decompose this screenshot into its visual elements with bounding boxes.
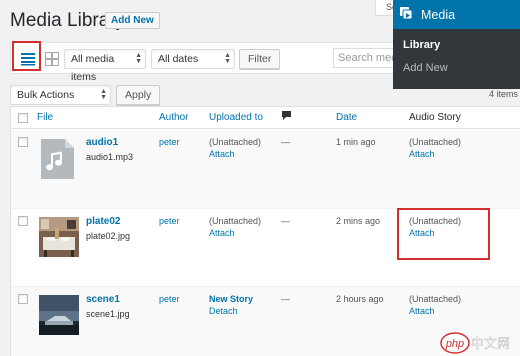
file-name: audio1.mp3: [86, 152, 134, 162]
file-title-link[interactable]: audio1: [86, 137, 118, 148]
scene-thumbnail[interactable]: [39, 295, 79, 335]
attach-link[interactable]: Attach: [209, 228, 235, 238]
menu-header-media[interactable]: Media: [393, 0, 520, 29]
select-all-checkbox[interactable]: [18, 113, 28, 123]
file-title-link[interactable]: scene1: [86, 294, 120, 305]
detach-link[interactable]: Detach: [209, 306, 238, 316]
svg-text:php: php: [445, 338, 464, 350]
watermark-logo: php 中文网: [440, 330, 520, 356]
uploaded-to-post-link[interactable]: New Story: [209, 294, 253, 304]
row-checkbox[interactable]: [18, 216, 28, 226]
comment-count: —: [281, 137, 290, 147]
audio-file-icon[interactable]: [39, 138, 79, 179]
items-count: 4 items: [488, 89, 518, 99]
column-author[interactable]: Author: [159, 112, 188, 123]
apply-button[interactable]: Apply: [116, 85, 161, 105]
row-checkbox[interactable]: [18, 294, 28, 304]
bulk-actions-select[interactable]: Bulk Actions ▲ ▼: [10, 85, 111, 105]
menu-item-library[interactable]: Library: [393, 34, 520, 57]
column-file[interactable]: File: [37, 112, 53, 123]
plate-thumbnail[interactable]: [39, 217, 79, 257]
dates-select[interactable]: All dates ▲ ▼: [151, 49, 235, 69]
date-text: 1 min ago: [336, 137, 376, 147]
menu-title: Media: [421, 7, 456, 22]
add-new-button[interactable]: Add New: [105, 12, 160, 29]
uploaded-to-status: (Unattached): [209, 137, 262, 147]
admin-media-menu: Media Library Add New: [393, 0, 520, 89]
file-name: scene1.jpg: [86, 309, 130, 319]
author-link[interactable]: peter: [159, 216, 180, 226]
row-checkbox[interactable]: [18, 137, 28, 147]
table-header: File Author Uploaded to Date Audio Story: [11, 107, 520, 129]
column-audio-story: Audio Story: [409, 112, 461, 123]
column-uploaded-to[interactable]: Uploaded to: [209, 112, 263, 123]
audio-story-status: (Unattached): [409, 294, 462, 304]
date-text: 2 mins ago: [336, 216, 381, 226]
media-type-select[interactable]: All media items ▲ ▼: [64, 49, 146, 83]
comment-bubble-icon[interactable]: [281, 110, 292, 124]
file-title-link[interactable]: plate02: [86, 216, 120, 227]
author-link[interactable]: peter: [159, 137, 180, 147]
list-view-highlight: [12, 41, 41, 71]
svg-text:中文网: 中文网: [471, 337, 510, 352]
file-name: plate02.jpg: [86, 231, 131, 241]
filter-button[interactable]: Filter: [239, 49, 281, 69]
table-row: audio1 audio1.mp3 peter (Unattached) Att…: [11, 130, 520, 208]
audio-attach-link[interactable]: Attach: [409, 306, 435, 316]
audio-story-status: (Unattached): [409, 137, 462, 147]
column-date[interactable]: Date: [336, 112, 357, 123]
grid-view-icon[interactable]: [41, 48, 63, 70]
uploaded-to-status: (Unattached): [209, 216, 262, 226]
media-icon: [399, 6, 414, 23]
audio-story-highlight: [397, 208, 490, 260]
select-arrows-icon: ▲ ▼: [100, 88, 107, 101]
author-link[interactable]: peter: [159, 294, 180, 304]
date-text: 2 hours ago: [336, 294, 384, 304]
comment-count: —: [281, 294, 290, 304]
select-arrows-icon: ▲ ▼: [135, 52, 142, 65]
comment-count: —: [281, 216, 290, 226]
menu-item-add-new[interactable]: Add New: [393, 57, 520, 80]
attach-link[interactable]: Attach: [209, 149, 235, 159]
audio-attach-link[interactable]: Attach: [409, 149, 435, 159]
select-arrows-icon: ▲ ▼: [224, 52, 231, 65]
